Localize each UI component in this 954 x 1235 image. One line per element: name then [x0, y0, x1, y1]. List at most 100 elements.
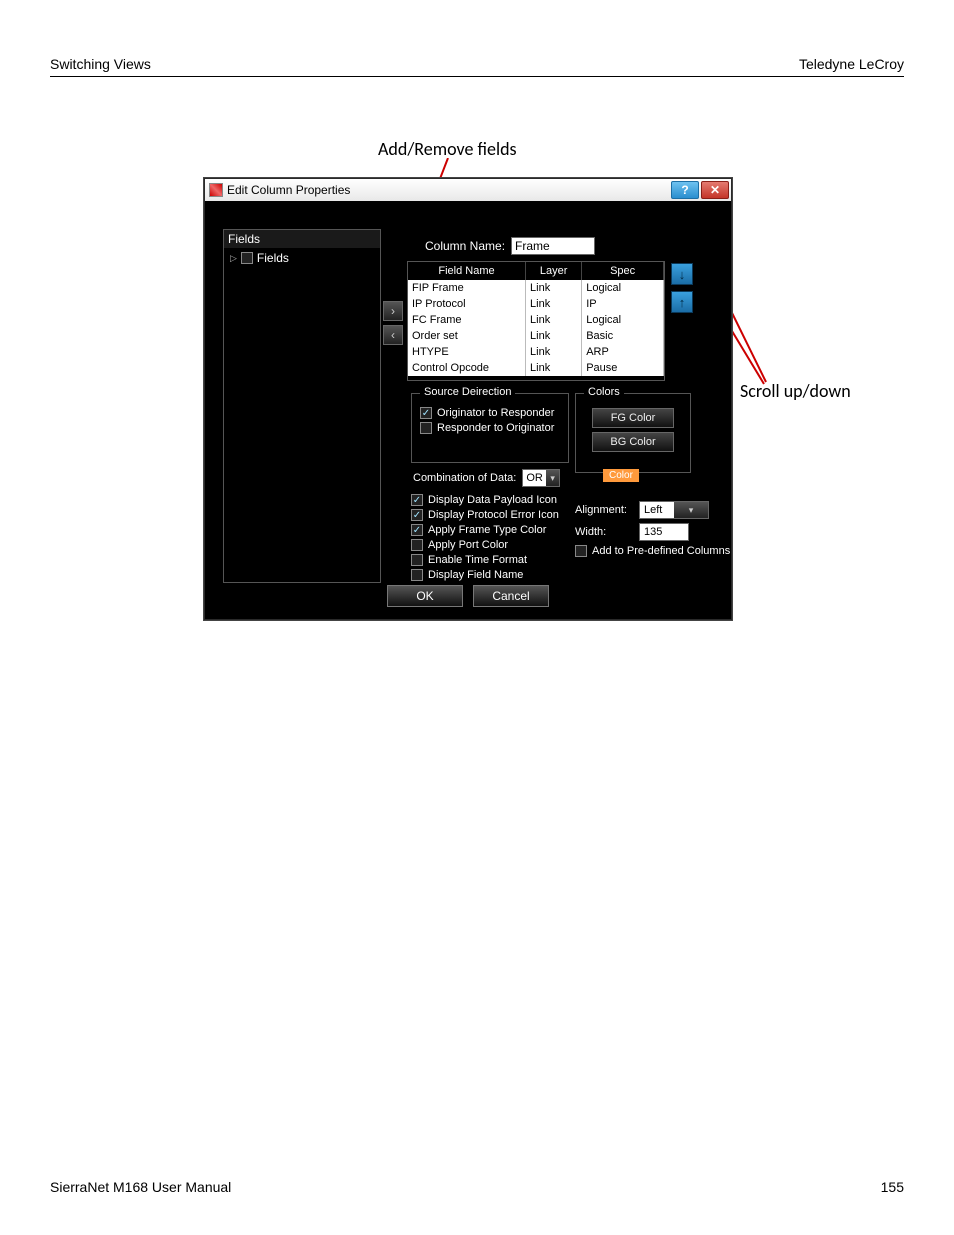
- bg-color-button[interactable]: BG Color: [592, 432, 674, 452]
- width-row: Width: 135: [575, 523, 735, 541]
- cell-field-name: FIP Frame: [408, 280, 526, 296]
- chevron-down-icon: ▾: [674, 502, 708, 518]
- cell-spec: Basic: [582, 328, 664, 344]
- resp-to-orig-label: Responder to Originator: [437, 422, 554, 434]
- opt-protocol-error-checkbox[interactable]: [411, 509, 423, 521]
- th-layer[interactable]: Layer: [526, 262, 582, 280]
- cell-spec: Logical: [582, 280, 664, 296]
- table-row[interactable]: FIP Frame Link Logical: [408, 280, 664, 296]
- opt-frame-type-color[interactable]: Apply Frame Type Color: [411, 524, 571, 536]
- column-name-input[interactable]: [511, 237, 595, 255]
- cancel-button[interactable]: Cancel: [473, 585, 549, 607]
- cell-layer: Link: [526, 296, 582, 312]
- layout-options: Alignment: Left ▾ Width: 135 Add to Pre-…: [575, 497, 735, 560]
- table-row[interactable]: FC Frame Link Logical: [408, 312, 664, 328]
- opt-payload-icon[interactable]: Display Data Payload Icon: [411, 494, 571, 506]
- width-label: Width:: [575, 526, 633, 538]
- remove-field-button[interactable]: ‹: [383, 325, 403, 345]
- page-footer: SierraNet M168 User Manual 155: [50, 1179, 904, 1195]
- combination-row: Combination of Data: OR ▾: [413, 469, 560, 487]
- opt-time-format-checkbox[interactable]: [411, 554, 423, 566]
- cell-layer: Link: [526, 280, 582, 296]
- orig-to-resp-row[interactable]: Originator to Responder: [420, 407, 560, 419]
- opt-frame-type-color-label: Apply Frame Type Color: [428, 524, 546, 536]
- predef-row[interactable]: Add to Pre-defined Columns: [575, 545, 735, 557]
- help-button[interactable]: ?: [671, 181, 699, 199]
- dialog-title: Edit Column Properties: [227, 183, 350, 197]
- cell-field-name: FC Frame: [408, 312, 526, 328]
- opt-protocol-error[interactable]: Display Protocol Error Icon: [411, 509, 571, 521]
- fields-tree-header: Fields: [224, 230, 380, 248]
- add-field-button[interactable]: ›: [383, 301, 403, 321]
- scroll-up-button[interactable]: ↑: [671, 291, 693, 313]
- callout-add-remove: Add/Remove fields: [378, 138, 517, 160]
- footer-left: SierraNet M168 User Manual: [50, 1179, 231, 1195]
- cell-layer: Link: [526, 312, 582, 328]
- width-value: 135: [644, 526, 662, 538]
- edit-column-properties-dialog: Edit Column Properties ? ✕ Fields ▷ Fiel…: [204, 178, 732, 620]
- orig-to-resp-label: Originator to Responder: [437, 407, 554, 419]
- page-header: Switching Views Teledyne LeCroy: [50, 56, 904, 77]
- dialog-body: Fields ▷ Fields Column Name: › ‹ Field N…: [205, 201, 731, 619]
- fields-tree-checkbox[interactable]: [241, 252, 253, 264]
- table-row[interactable]: HTYPE Link ARP: [408, 344, 664, 360]
- tree-expand-icon[interactable]: ▷: [230, 253, 237, 264]
- source-direction-legend: Source Deirection: [420, 386, 515, 398]
- table-header-row: Field Name Layer Spec: [408, 262, 664, 280]
- app-icon: [209, 183, 223, 197]
- cell-spec: Pause: [582, 360, 664, 376]
- scroll-down-button[interactable]: ↓: [671, 263, 693, 285]
- orig-to-resp-checkbox[interactable]: [420, 407, 432, 419]
- opt-port-color-checkbox[interactable]: [411, 539, 423, 551]
- predef-label: Add to Pre-defined Columns: [592, 545, 730, 557]
- alignment-select[interactable]: Left ▾: [639, 501, 709, 519]
- resp-to-orig-checkbox[interactable]: [420, 422, 432, 434]
- fg-color-button[interactable]: FG Color: [592, 408, 674, 428]
- opt-time-format-label: Enable Time Format: [428, 554, 527, 566]
- table-row[interactable]: Control Opcode Link Pause: [408, 360, 664, 376]
- opt-protocol-error-label: Display Protocol Error Icon: [428, 509, 559, 521]
- fields-table: Field Name Layer Spec FIP Frame Link Log…: [407, 261, 665, 381]
- opt-payload-icon-label: Display Data Payload Icon: [428, 494, 557, 506]
- predef-checkbox[interactable]: [575, 545, 587, 557]
- footer-right: 155: [881, 1179, 904, 1195]
- width-input[interactable]: 135: [639, 523, 689, 541]
- ok-button[interactable]: OK: [387, 585, 463, 607]
- cell-field-name: Control Opcode: [408, 360, 526, 376]
- alignment-row: Alignment: Left ▾: [575, 501, 735, 519]
- table-row[interactable]: IP Protocol Link IP: [408, 296, 664, 312]
- combination-value: OR: [523, 472, 546, 484]
- cell-spec: ARP: [582, 344, 664, 360]
- colors-legend: Colors: [584, 386, 624, 398]
- opt-frame-type-color-checkbox[interactable]: [411, 524, 423, 536]
- cell-layer: Link: [526, 328, 582, 344]
- dialog-buttons: OK Cancel: [205, 585, 731, 607]
- close-button[interactable]: ✕: [701, 181, 729, 199]
- th-spec[interactable]: Spec: [582, 262, 664, 280]
- cell-field-name: Order set: [408, 328, 526, 344]
- callout-scroll: Scroll up/down: [740, 380, 851, 402]
- source-direction-group: Source Deirection Originator to Responde…: [411, 393, 569, 463]
- column-name-label: Column Name:: [425, 239, 505, 253]
- th-field-name[interactable]: Field Name: [408, 262, 526, 280]
- opt-field-name[interactable]: Display Field Name: [411, 569, 571, 581]
- opt-time-format[interactable]: Enable Time Format: [411, 554, 571, 566]
- fields-tree-label: Fields: [257, 251, 289, 265]
- resp-to-orig-row[interactable]: Responder to Originator: [420, 422, 560, 434]
- cell-spec: Logical: [582, 312, 664, 328]
- opt-field-name-checkbox[interactable]: [411, 569, 423, 581]
- cell-spec: IP: [582, 296, 664, 312]
- header-left: Switching Views: [50, 56, 151, 72]
- alignment-value: Left: [640, 504, 674, 516]
- cell-field-name: HTYPE: [408, 344, 526, 360]
- table-row[interactable]: Order set Link Basic: [408, 328, 664, 344]
- opt-port-color[interactable]: Apply Port Color: [411, 539, 571, 551]
- opt-payload-icon-checkbox[interactable]: [411, 494, 423, 506]
- cell-layer: Link: [526, 360, 582, 376]
- combination-select[interactable]: OR ▾: [522, 469, 560, 487]
- column-name-row: Column Name:: [425, 237, 595, 255]
- color-swatch-label: Color: [603, 469, 639, 482]
- alignment-label: Alignment:: [575, 504, 633, 516]
- display-options: Display Data Payload Icon Display Protoc…: [411, 491, 571, 584]
- fields-tree-item[interactable]: ▷ Fields: [224, 248, 380, 268]
